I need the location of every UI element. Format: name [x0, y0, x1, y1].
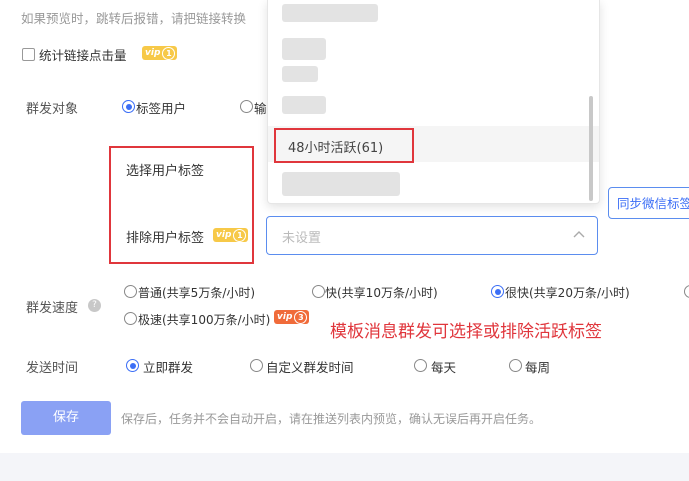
preview-note: 如果预览时，跳转后报错，请把链接转换 [21, 11, 247, 26]
vip-level: 3 [294, 310, 308, 324]
save-button[interactable]: 保存 [21, 401, 111, 435]
vip-badge-extreme: vip 3 [274, 310, 310, 324]
send-time-radio-now[interactable] [126, 359, 139, 372]
exclude-tags-label: 排除用户标签 [126, 231, 205, 246]
send-time-option-daily[interactable]: 每天 [431, 357, 456, 376]
vip-badge-exclude: vip 1 [213, 228, 249, 242]
sync-wechat-tags-button[interactable]: 同步微信标签 [608, 187, 689, 219]
speed-label: 群发速度 [26, 301, 79, 316]
track-clicks-label: 统计链接点击量 [39, 48, 127, 63]
send-time-label: 发送时间 [26, 361, 79, 376]
send-time-option-weekly[interactable]: 每周 [525, 357, 550, 376]
audience-radio-tag-users[interactable] [122, 100, 135, 113]
blurred-option[interactable] [282, 96, 326, 114]
vip-badge-text: vip [277, 312, 293, 322]
vip-badge-text: vip [145, 48, 161, 58]
speed-radio-offscreen[interactable] [684, 285, 689, 298]
chevron-up-icon [573, 231, 585, 238]
speed-radio-normal[interactable] [124, 285, 137, 298]
select-tags-label: 选择用户标签 [126, 164, 205, 179]
send-time-radio-daily[interactable] [414, 359, 427, 372]
send-time-radio-custom[interactable] [250, 359, 263, 372]
speed-radio-very-fast[interactable] [491, 285, 504, 298]
form-card: 如果预览时，跳转后报错，请把链接转换 统计链接点击量 vip 1 群发对象 标签… [0, 0, 689, 453]
tag-dropdown[interactable]: 48小时活跃(61) [267, 0, 600, 204]
dropdown-option-48h-active[interactable]: 48小时活跃(61) [288, 137, 383, 156]
annotation-text: 模板消息群发可选择或排除活跃标签 [330, 322, 602, 342]
speed-option-normal[interactable]: 普通(共享5万条/小时) [138, 284, 255, 301]
dropdown-scrollbar[interactable] [589, 96, 593, 201]
audience-radio-other[interactable] [240, 100, 253, 113]
audience-option-other[interactable]: 输 [254, 98, 267, 117]
blurred-option[interactable] [282, 172, 400, 196]
blurred-option[interactable] [282, 38, 326, 60]
audience-option-tag-users[interactable]: 标签用户 [136, 98, 186, 117]
speed-option-fast[interactable]: 快(共享10万条/小时) [325, 284, 438, 301]
speed-radio-extreme[interactable] [124, 312, 137, 325]
send-time-option-custom[interactable]: 自定义群发时间 [266, 357, 354, 376]
exclude-tags-select[interactable]: 未设置 [266, 216, 598, 255]
save-button-label: 保存 [52, 410, 79, 425]
question-icon[interactable]: ? [88, 299, 101, 312]
speed-option-extreme[interactable]: 极速(共享100万条/小时) [138, 311, 270, 328]
blurred-option[interactable] [282, 4, 378, 22]
speed-option-very-fast[interactable]: 很快(共享20万条/小时) [505, 284, 630, 301]
vip-level: 1 [233, 228, 247, 242]
save-hint: 保存后，任务并不会自动开启，请在推送列表内预览，确认无误后再开启任务。 [121, 412, 542, 426]
vip-badge: vip 1 [142, 46, 178, 60]
blurred-option[interactable] [282, 66, 318, 82]
speed-radio-fast[interactable] [312, 285, 325, 298]
sync-wechat-tags-label: 同步微信标签 [617, 196, 689, 211]
track-clicks-checkbox[interactable] [22, 48, 35, 61]
send-time-option-now[interactable]: 立即群发 [143, 357, 193, 376]
send-time-radio-weekly[interactable] [509, 359, 522, 372]
exclude-tags-placeholder: 未设置 [282, 231, 322, 246]
vip-level: 1 [162, 46, 176, 60]
vip-badge-text: vip [216, 230, 232, 240]
audience-label: 群发对象 [26, 102, 79, 117]
